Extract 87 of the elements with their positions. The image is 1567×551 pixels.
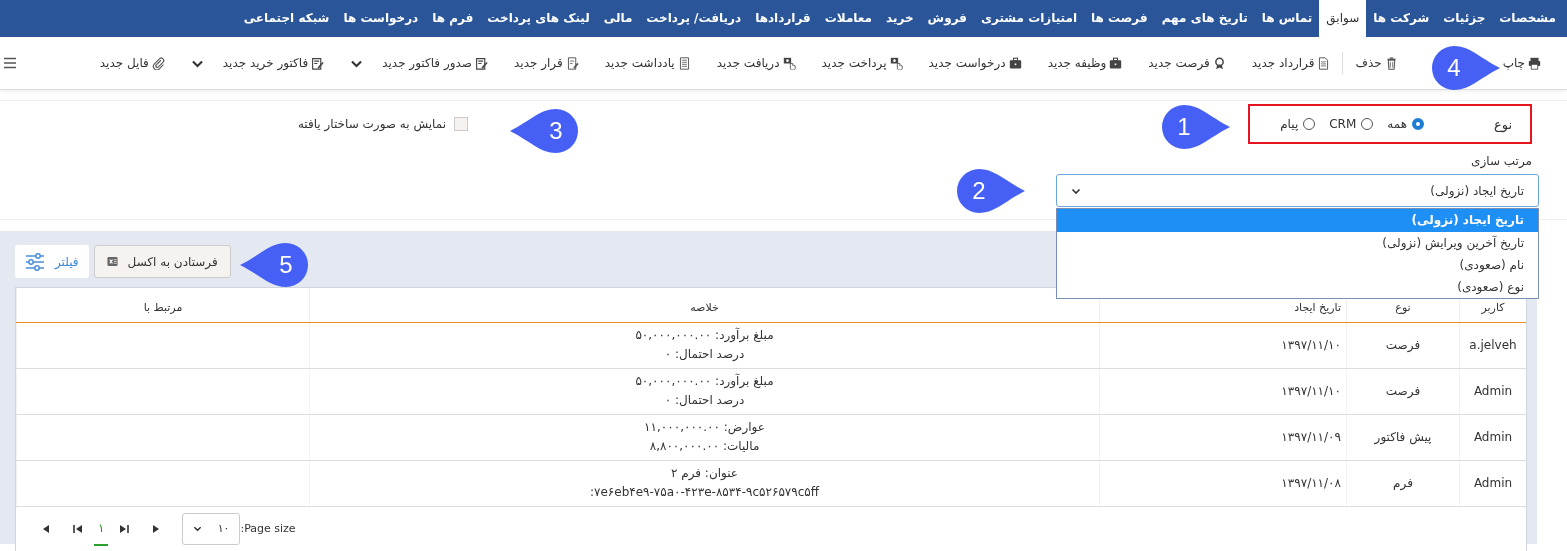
nav-tab[interactable]: شرکت ها [1366,0,1437,37]
page-size-label: Page size: [240,522,296,535]
sliders-icon [25,251,45,272]
table-cell: ۱۳۹۷/۱۱/۰۸ [1099,460,1347,506]
nav-tab[interactable]: تماس ها [1254,0,1320,37]
column-header[interactable]: خلاصه [690,300,719,314]
dropdown-option[interactable]: نوع (صعودی) [1057,276,1538,298]
document-pen-icon [565,56,579,70]
table-cell: فرم [1346,460,1460,506]
table-cell: پیش فاکتور [1346,414,1460,460]
radio-option[interactable]: همه [1387,117,1424,131]
toolbar-button[interactable]: پرداخت جدید [821,54,903,72]
document-icon [677,56,691,70]
table-cell: عنوان: فرم ۲ ۷e۶eb۴e۹-۷۵a۰-۴۲۳e-۸۵۳۴-۹c۵۲۶۵۷۹c۵ff: [309,460,1100,506]
nav-tab[interactable]: درخواست ها [336,0,426,37]
toolbar-button[interactable]: قرارداد جدید [1251,54,1331,72]
sort-select[interactable]: تاریخ ایجاد (نزولی) [1056,174,1539,207]
cash-hand-icon [889,56,903,70]
column-header[interactable]: تاریخ ایجاد [1294,300,1341,314]
invoice-pen-icon [311,56,325,70]
dropdown-option[interactable]: تاریخ آخرین ویرایش (نزولی) [1057,232,1538,254]
field-label: نوع [1492,116,1512,132]
column-header[interactable]: کاربر [1481,300,1505,314]
checkbox-option[interactable]: نمایش به صورت ساختار یافته [297,117,468,131]
toolbar-button[interactable]: درخواست جدید [928,54,1022,72]
toolbar-button[interactable]: قرار جدید [514,54,579,72]
nav-tab[interactable]: فرم ها [425,0,481,37]
nav-tab[interactable]: مشخصات [1492,0,1563,37]
table-cell: فرصت [1346,368,1460,414]
toolbar-dropdown[interactable]: صدور فاکتور جدید [350,54,488,72]
toolbar-button[interactable]: حذف [1355,54,1398,72]
toolbar-button[interactable]: فایل جدید [99,54,165,72]
table-cell: ۱۳۹۷/۱۱/۰۹ [1099,414,1347,460]
export-button[interactable]: فرستادن به اکسل [93,245,231,278]
table-cell: Admin [1459,368,1526,414]
nav-tab[interactable]: لینک های پرداخت [480,0,597,37]
nav-tab[interactable]: معاملات [817,0,880,37]
paperclip-icon [151,56,165,70]
radio-option[interactable]: پیام [1280,117,1316,131]
first-page-icon[interactable] [73,523,83,534]
last-page-icon[interactable] [119,523,130,534]
page-button[interactable]: ۱ [94,511,109,546]
table-cell: عوارض: ۱۱,۰۰۰,۰۰۰.۰۰ مالیات: ۸,۸۰۰,۰۰۰.۰۰ [309,414,1100,460]
toolbar-button[interactable]: چاپ [1502,54,1541,72]
table-cell: مبلغ برآورد: ۵۰,۰۰۰,۰۰۰.۰۰ درصد احتمال: ۰ [309,368,1100,414]
dropdown-option[interactable]: نام (صعودی) [1057,254,1538,276]
column-header[interactable]: نوع [1395,300,1411,314]
nav-tab[interactable]: امتیازات مشتری [973,0,1085,37]
table-cell: a.jelveh [1459,322,1526,368]
menu-icon[interactable] [4,57,16,69]
previous-icon[interactable] [41,523,51,534]
table-cell: ۱۳۹۷/۱۱/۱۰ [1099,322,1347,368]
spreadsheet-icon [106,256,118,267]
radio-option[interactable]: CRM [1329,117,1374,131]
table-cell: ۱۳۹۷/۱۱/۱۰ [1099,368,1347,414]
nav-tab[interactable]: خرید [879,0,921,37]
table-cell: فرصت [1346,322,1460,368]
toolbar-button[interactable]: فرصت جدید [1148,54,1226,72]
nav-tab[interactable]: شبکه اجتماعی [236,0,337,37]
nav-tab[interactable]: مالی [596,0,640,37]
briefcase-icon [1008,56,1022,70]
toolbar-button[interactable]: دریافت جدید [716,54,796,72]
nav-tab[interactable]: تاریخ های مهم [1154,0,1255,37]
nav-tab[interactable]: فرصت ها [1084,0,1155,37]
caret-icon [193,524,203,533]
table-cell: Admin [1459,460,1526,506]
award-icon [1212,56,1226,70]
nav-tab[interactable]: سوابق [1319,0,1367,37]
trash-icon [1384,56,1398,70]
nav-tab[interactable]: دریافت/ پرداخت [639,0,749,37]
toolbar-button[interactable]: یادداشت جدید [604,54,691,72]
column-header[interactable]: مرتبط با [143,300,183,314]
toolbar-dropdown[interactable]: فاکتور خرید جدید [190,54,325,72]
field-label: مرتب سازی [1470,154,1532,168]
nav-tab[interactable]: قراردادها [748,0,818,37]
table-cell: مبلغ برآورد: ۵۰,۰۰۰,۰۰۰.۰۰ درصد احتمال: ۰ [309,322,1100,368]
briefcase-icon [1109,56,1123,70]
cash-hand-icon [782,56,796,70]
invoice-pen-icon [475,56,488,70]
page-size-select[interactable]: ۱۰ [182,512,241,545]
nav-tab[interactable]: فروش [920,0,974,37]
toolbar-button[interactable]: وظیفه جدید [1047,54,1123,72]
table-cell: Admin [1459,414,1526,460]
nav-tab[interactable]: جزئیات [1436,0,1493,37]
filter-button[interactable]: فیلتر [15,245,89,278]
document-icon [1317,56,1331,70]
printer-icon [1528,56,1541,70]
